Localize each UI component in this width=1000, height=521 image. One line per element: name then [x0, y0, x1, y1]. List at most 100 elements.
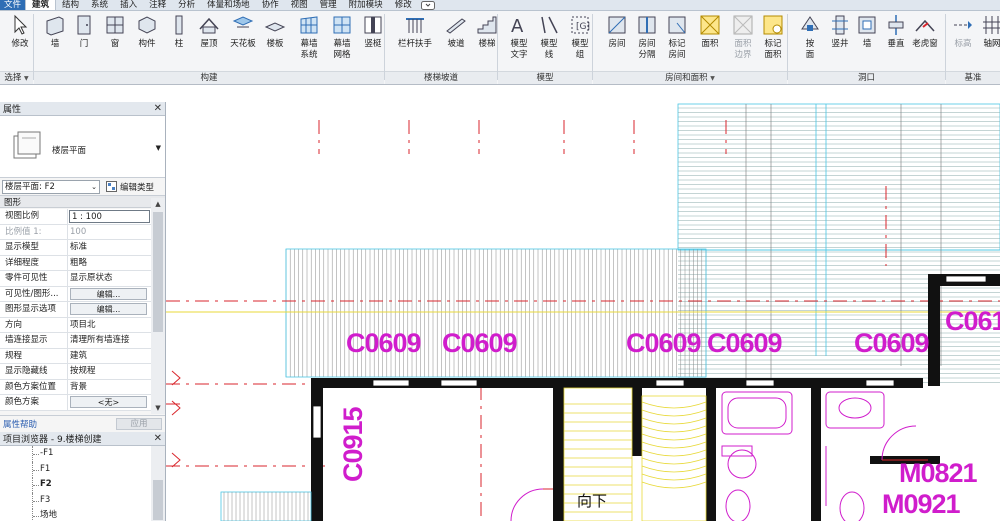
tool-button-tag-room[interactable]: 标记 房间	[660, 13, 694, 69]
property-value[interactable]: <无>	[68, 395, 151, 410]
tab-architecture[interactable]: 建筑	[25, 0, 57, 10]
tool-button-ramp[interactable]: 坡道	[439, 13, 473, 69]
tool-button-roof[interactable]: 屋顶	[192, 13, 226, 69]
tab-addins[interactable]: 附加模块	[343, 0, 389, 10]
property-key: 视图比例	[0, 209, 68, 224]
browser-item-level[interactable]: F3	[0, 492, 165, 509]
tool-button-area[interactable]: 面积	[693, 13, 727, 69]
floor-plan-drawing[interactable]	[166, 86, 1000, 521]
property-row[interactable]: 视图比例 1 : 100	[0, 209, 151, 225]
tool-button-curtain-system[interactable]: 幕墙 系统	[292, 13, 326, 69]
property-row[interactable]: 详细程度 粗略	[0, 255, 151, 271]
browser-scrollbar[interactable]	[151, 446, 165, 521]
tool-button-model-text[interactable]: A 模型 文字	[502, 13, 536, 69]
tool-button-grid[interactable]: 轴网	[975, 13, 1000, 69]
tool-button-railing[interactable]: 栏杆扶手	[398, 13, 432, 69]
tab-file[interactable]: 文件	[0, 0, 26, 10]
by-face-icon	[801, 16, 819, 31]
tool-button-component[interactable]: 构件	[130, 13, 164, 69]
tab-manage[interactable]: 管理	[314, 0, 343, 10]
browser-item-level[interactable]: F2	[0, 477, 165, 493]
window-tag[interactable]: C0609	[707, 328, 783, 359]
edit-button[interactable]: <无>	[70, 396, 147, 408]
browser-item-level[interactable]: -F1	[0, 446, 165, 462]
apply-button[interactable]: 应用	[116, 417, 162, 430]
tool-button-floor[interactable]: 楼板	[258, 13, 292, 69]
tool-button-model-line[interactable]: 模型 线	[532, 13, 566, 69]
tab-modify[interactable]: 修改	[389, 0, 418, 10]
tab-collaborate[interactable]: 协作	[256, 0, 285, 10]
close-icon[interactable]: ✕	[154, 433, 162, 444]
tool-button-stair[interactable]: 楼梯	[470, 13, 504, 69]
edit-type-button[interactable]: 编辑类型	[106, 181, 154, 193]
property-row[interactable]: 显示模型 标准	[0, 240, 151, 256]
window-tag[interactable]: C0609	[854, 328, 930, 359]
property-row[interactable]: 方向 项目北	[0, 317, 151, 333]
vertical-opening-icon	[888, 15, 904, 35]
tool-button-room-separator[interactable]: 房间 分隔	[630, 13, 664, 69]
group-room-area[interactable]: 房间和面积 ▼	[593, 71, 787, 84]
group-select[interactable]: 选择 ▼	[0, 71, 33, 84]
tool-button-dormer[interactable]: 老虎窗	[908, 13, 942, 69]
property-row[interactable]: 零件可见性 显示原状态	[0, 271, 151, 287]
property-row[interactable]: 墙连接显示 清理所有墙连接	[0, 333, 151, 349]
tab-insert[interactable]: 插入	[114, 0, 143, 10]
group-opening: 洞口	[788, 71, 945, 84]
tool-button-ceiling[interactable]: 天花板	[226, 13, 260, 69]
tool-button-cursor[interactable]: 修改	[3, 13, 37, 69]
properties-table: 视图比例 1 : 100 比例值 1: 100 显示模型 标准 详细程度 粗略 零件可见性 显示原…	[0, 209, 151, 411]
property-row[interactable]: 比例值 1: 100	[0, 224, 151, 240]
tool-label: 模型 文字	[510, 39, 528, 60]
door-tag[interactable]: M0821	[899, 458, 978, 489]
tool-button-column[interactable]: 柱	[162, 13, 196, 69]
ramp-icon	[446, 18, 466, 34]
window-tag[interactable]: C0609	[626, 328, 702, 359]
properties-help-link[interactable]: 属性帮助	[3, 418, 37, 430]
property-row[interactable]: 可见性/图形... 编辑...	[0, 286, 151, 302]
tool-label: 按 面	[805, 39, 815, 60]
tool-label: 墙	[862, 39, 872, 49]
property-row[interactable]: 显示隐藏线 按规程	[0, 364, 151, 380]
window-tag[interactable]: C0609	[442, 328, 518, 359]
browser-item-level[interactable]: F1	[0, 461, 165, 478]
property-value[interactable]: 编辑...	[68, 287, 151, 302]
tool-button-room[interactable]: 房间	[600, 13, 634, 69]
tool-button-by-face[interactable]: 按 面	[793, 13, 827, 69]
close-icon[interactable]: ✕	[154, 103, 162, 114]
tab-structure[interactable]: 结构	[56, 0, 85, 10]
tool-button-window[interactable]: 窗	[98, 13, 132, 69]
tool-button-tag-area[interactable]: 标记 面积	[756, 13, 790, 69]
properties-scrollbar[interactable]: ▲ ▼	[151, 198, 165, 414]
edit-button[interactable]: 编辑...	[70, 303, 147, 315]
drawing-area[interactable]: C0609 C0609 C0609 C0609 C0609 C061 C0915…	[166, 86, 1000, 521]
property-row[interactable]: 图形显示选项 编辑...	[0, 302, 151, 318]
type-selector[interactable]: 楼层平面 ▼	[0, 116, 165, 178]
tool-button-area-boundary[interactable]: 面积 边界	[726, 13, 760, 69]
edit-button[interactable]: 编辑...	[70, 287, 147, 300]
window-tag[interactable]: C061	[945, 306, 1000, 337]
group-graphics[interactable]: 图形≈	[0, 196, 165, 208]
property-row[interactable]: 颜色方案位置 背景	[0, 379, 151, 395]
tool-button-curtain-grid[interactable]: 幕墙 网格	[325, 13, 359, 69]
property-row[interactable]: 规程 建筑	[0, 348, 151, 364]
tab-systems[interactable]: 系统	[85, 0, 114, 10]
browser-item-level[interactable]: 场地	[0, 508, 165, 521]
property-key: 图形显示选项	[0, 302, 68, 317]
tab-massing[interactable]: 体量和场地	[201, 0, 256, 10]
tool-button-door[interactable]: 门	[67, 13, 101, 69]
chevron-down-icon[interactable]: ▼	[156, 144, 161, 152]
window-tag[interactable]: C0609	[346, 328, 422, 359]
door-tag[interactable]: M0921	[882, 489, 961, 520]
property-value[interactable]: 编辑...	[68, 302, 151, 317]
tab-analyze[interactable]: 分析	[172, 0, 201, 10]
instance-filter-row: 楼层平面: F2 ⌄ 编辑类型	[0, 178, 165, 196]
instance-filter-select[interactable]: 楼层平面: F2 ⌄	[2, 179, 100, 194]
panel-toggle-icon[interactable]	[420, 0, 436, 10]
window-tag-vertical[interactable]: C0915	[338, 407, 369, 482]
view-scale-input[interactable]: 1 : 100	[69, 210, 150, 223]
property-value: 项目北	[70, 319, 96, 330]
curtain-grid-icon	[333, 16, 351, 34]
property-row[interactable]: 颜色方案 <无>	[0, 395, 151, 411]
tab-annotate[interactable]: 注释	[143, 0, 172, 10]
tab-view[interactable]: 视图	[285, 0, 314, 10]
